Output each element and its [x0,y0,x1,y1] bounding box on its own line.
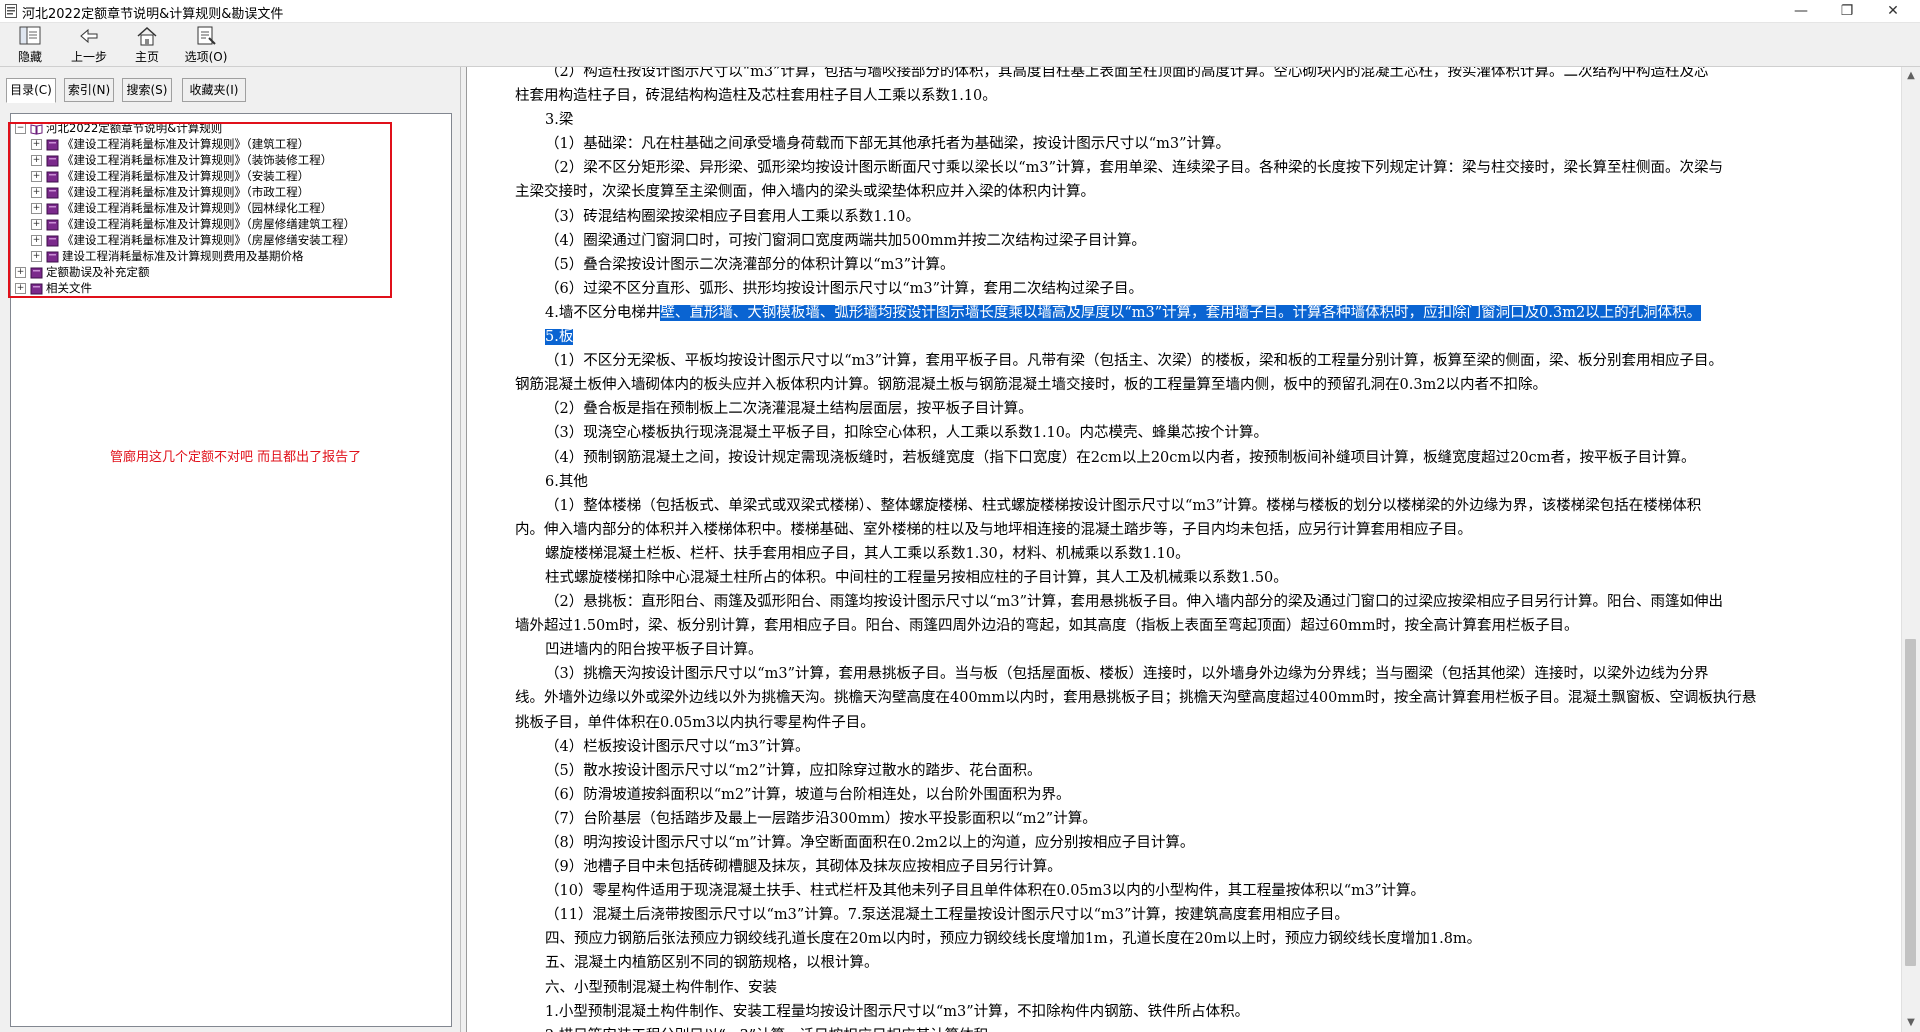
paragraph: 1.小型预制混凝土构件制作、安装工程量均按设计图示尺寸以“m3”计算，不扣除构件… [545,1003,1250,1020]
paragraph: （8）明沟按设计图示尺寸以“m”计算。净空断面面积在0.2m2以上的沟道，应分别… [545,835,1195,851]
paragraph: 柱套用构造柱子目，砖混结构构造柱及芯柱套用柱子目人工乘以系数1.10。 [515,88,997,105]
window-title: 河北2022定额章节说明&计算规则&勘误文件 [22,7,284,22]
paragraph: 挑板子目，单件体积在0.05m3以内执行零星构件子目。 [515,714,875,731]
paragraph: （9）池槽子目中未包括砖砌槽腿及抹灰，其砌体及抹灰应按相应子目另行计算。 [545,859,1062,876]
paragraph: （10）零星构件适用于现浇混凝土扶手、柱式栏杆及其他未列子目且单件体积在0.05… [545,883,1426,900]
red-highlight-box [8,122,392,298]
selected-text[interactable]: 5.板 [545,329,574,346]
options-label: 选项(O) [184,50,228,64]
paragraph: 主梁交接时，次梁长度算至主梁侧面，伸入墙内的梁头或梁垫体积应并入梁的体积内计算。 [515,184,1095,201]
paragraph: （2）叠合板是指在预制板上二次浇灌混凝土结构层面层，按平板子目计算。 [545,401,1033,418]
paragraph: （1）整体楼梯（包括板式、单梁式或双梁式楼梯）、整体螺旋楼梯、柱式螺旋楼梯按设计… [545,497,1702,514]
paragraph: 五、混凝土内植筋区别不同的钢筋规格，以根计算。 [545,955,879,972]
paragraph: （7）台阶基层（包括踏步及最上一层踏步沿300mm）按水平投影面积以“m2”计算… [545,810,1097,827]
paragraph: 螺旋楼梯混凝土栏板、栏杆、扶手套用相应子目，其人工乘以系数1.30，材料、机械乘… [545,545,1190,562]
paragraph: 4.墙不区分电梯井壁、直形墙、大钢模板墙、弧形墙均按设计图示墙长度乘以墙高及厚度… [515,301,1879,325]
section-heading: 5.板 [515,325,1879,349]
paragraph: （2）构造柱按设计图示尺寸以“m3”计算，包括与墙咬接部分的体积，其高度自柱基上… [545,67,1709,80]
paragraph: （3）挑檐天沟按设计图示尺寸以“m3”计算，套用悬挑板子目。当与板（包括屋面板、… [545,666,1709,683]
back-arrow-icon [80,28,98,44]
annotation-note: 管廊用这几个定额不对吧 而且都出了报告了 [110,450,362,465]
hide-button[interactable]: 隐藏 [10,25,50,65]
paragraph-text: 4.墙不区分电梯井 [545,304,661,321]
paragraph: 四、预应力钢筋后张法预应力钢绞线孔道长度在20m以内时，预应力钢绞线长度增加1m… [545,931,1482,948]
back-label: 上一步 [70,50,107,64]
hide-label: 隐藏 [17,50,42,64]
options-button[interactable]: 选项(O) [182,25,230,65]
paragraph: 2.措目等安装工程分别目以“m3”计算，话目按相应目相应其计算体积。 [515,1024,1879,1032]
paragraph: 凹进墙内的阳台按平板子目计算。 [545,642,763,659]
paragraph: （1）基础梁：凡在柱基础之间承受墙身荷载而下部无其他承托者为基础梁，按设计图示尺… [545,136,1231,153]
back-button[interactable]: 上一步 [67,25,111,65]
paragraph: 内。伸入墙内部分的体积并入楼梯体积中。楼梯基础、室外楼梯的柱以及与地坪相连接的混… [515,521,1472,538]
hide-icon [19,26,41,45]
navigation-pane: 目录(C) 索引(N) 搜索(S) 收藏夹(I) − 河北2022定额章节说明&计… [0,67,461,1032]
section-heading: 6.其他 [545,473,588,490]
paragraph: （3）现浇空心楼板执行现浇混凝土平板子目，扣除空心体积，人工乘以系数1.10。内… [545,425,1269,442]
paragraph: （4）栏板按设计图示尺寸以“m3”计算。 [545,738,810,755]
tab-index[interactable]: 索引(N) [64,78,114,102]
paragraph: （2）梁不区分矩形梁、异形梁、弧形梁均按设计图示断面尺寸乘以梁长以“m3”计算，… [545,160,1724,177]
paragraph: 钢筋混凝土板伸入墙砌体内的板头应并入板体积内计算。钢筋混凝土板与钢筋混凝土墙交接… [515,377,1548,394]
minimize-button[interactable]: — [1778,0,1824,22]
scroll-down-icon[interactable]: ▼ [1902,1014,1920,1032]
paragraph: （6）防滑坡道按斜面积以“m2”计算，坡道与台阶相连处，以台阶外围面积为界。 [545,786,1071,803]
paragraph: （11）混凝土后浇带按图示尺寸以“m3”计算。7.泵送混凝土工程量按设计图示尺寸… [545,907,1349,924]
paragraph: （5）散水按设计图示尺寸以“m2”计算，应扣除穿过散水的踏步、花台面积。 [545,762,1042,779]
paragraph: （6）过梁不区分直形、弧形、拱形均按设计图示尺寸以“m3”计算，套用二次结构过梁… [545,280,1144,297]
section-heading: 3.梁 [545,112,574,129]
paragraph: （5）叠合梁按设计图示二次浇灌部分的体积计算以“m3”计算。 [545,256,955,273]
document-content: （2）构造柱按设计图示尺寸以“m3”计算，包括与墙咬接部分的体积，其高度自柱基上… [466,67,1903,1032]
scroll-up-icon[interactable]: ▲ [1902,67,1920,85]
restore-button[interactable]: ❐ [1824,0,1870,22]
section-heading: 六、小型预制混凝土构件制作、安装 [545,979,777,996]
options-icon [197,26,216,45]
document-text: （2）构造柱按设计图示尺寸以“m3”计算，包括与墙咬接部分的体积，其高度自柱基上… [515,67,1879,1032]
home-button[interactable]: 主页 [127,25,167,65]
home-label: 主页 [134,50,159,64]
paragraph: （1）不区分无梁板、平板均按设计图示尺寸以“m3”计算，套用平板子目。凡带有梁（… [545,353,1724,370]
paragraph: 线。外墙外边缘以外或梁外边线以外为挑檐天沟。挑檐天沟壁高度在400mm以内时，套… [515,690,1757,707]
tab-contents[interactable]: 目录(C) [6,78,56,103]
paragraph: 墙外超过1.50m时，梁、板分别计算，套用相应子目。阳台、雨篷四周外边沿的弯起，… [515,618,1579,635]
tab-search[interactable]: 搜索(S) [122,78,172,102]
paragraph: （3）砖混结构圈梁按梁相应子目套用人工乘以系数1.10。 [545,208,921,225]
paragraph: （2）悬挑板：直形阳台、雨篷及弧形阳台、雨篷均按设计图示尺寸以“m3”计算，套用… [545,594,1724,611]
vertical-scrollbar[interactable]: ▲ ▼ [1901,67,1920,1032]
title-bar: 河北2022定额章节说明&计算规则&勘误文件 — ❐ ✕ [0,0,1920,23]
tab-favorites[interactable]: 收藏夹(I) [182,78,246,102]
scroll-thumb[interactable] [1905,639,1916,966]
close-button[interactable]: ✕ [1870,0,1916,22]
selected-text[interactable]: 壁、直形墙、大钢模板墙、弧形墙均按设计图示墙长度乘以墙高及厚度以“m3”计算，套… [660,304,1702,321]
home-icon [137,26,157,46]
paragraph: （4）圈梁通过门窗洞口时，可按门窗洞口宽度两端共加500mm并按二次结构过梁子目… [545,232,1146,249]
paragraph: 柱式螺旋楼梯扣除中心混凝土柱所占的体积。中间柱的工程量另按相应柱的子目计算，其人… [545,569,1288,586]
app-icon [5,4,17,18]
paragraph: （4）预制钢筋混凝土之间，按设计规定需现浇板缝时，若板缝宽度（指下口宽度）在2c… [545,449,1696,466]
toolbar: 隐藏 上一步 主页 选项(O) [0,23,1920,67]
